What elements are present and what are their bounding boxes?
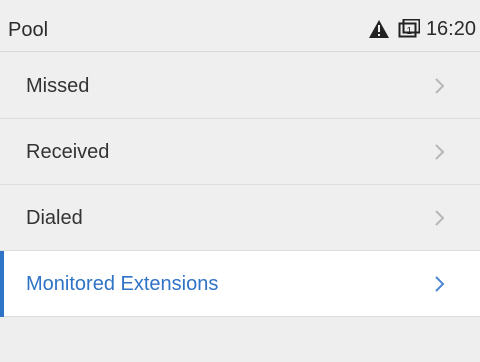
menu-item-label: Received [26, 141, 110, 163]
phone-screen: Pool 1 16:20 Missed Received Dialed Moni… [0, 0, 480, 362]
status-bar: Pool 1 16:20 [0, 0, 480, 52]
status-time: 16:20 [425, 18, 476, 40]
call-history-menu: Missed Received Dialed Monitored Extensi… [0, 53, 480, 317]
menu-item-received[interactable]: Received [0, 119, 480, 185]
selected-indicator [0, 251, 4, 317]
status-right-group: 1 16:20 [368, 17, 476, 41]
svg-text:1: 1 [406, 26, 412, 37]
line-icon: 1 [396, 19, 420, 39]
warning-icon [368, 19, 390, 39]
menu-item-label: Dialed [26, 207, 83, 229]
menu-item-label: Missed [26, 75, 90, 97]
chevron-right-icon [434, 77, 446, 95]
menu-item-monitored-extensions[interactable]: Monitored Extensions [0, 251, 480, 317]
chevron-right-icon [434, 209, 446, 227]
chevron-right-icon [434, 143, 446, 161]
menu-item-label: Monitored Extensions [26, 273, 219, 295]
menu-item-missed[interactable]: Missed [0, 53, 480, 119]
chevron-right-icon [434, 275, 446, 293]
empty-bottom-area [0, 318, 480, 362]
status-title: Pool [8, 19, 49, 41]
menu-item-dialed[interactable]: Dialed [0, 185, 480, 251]
